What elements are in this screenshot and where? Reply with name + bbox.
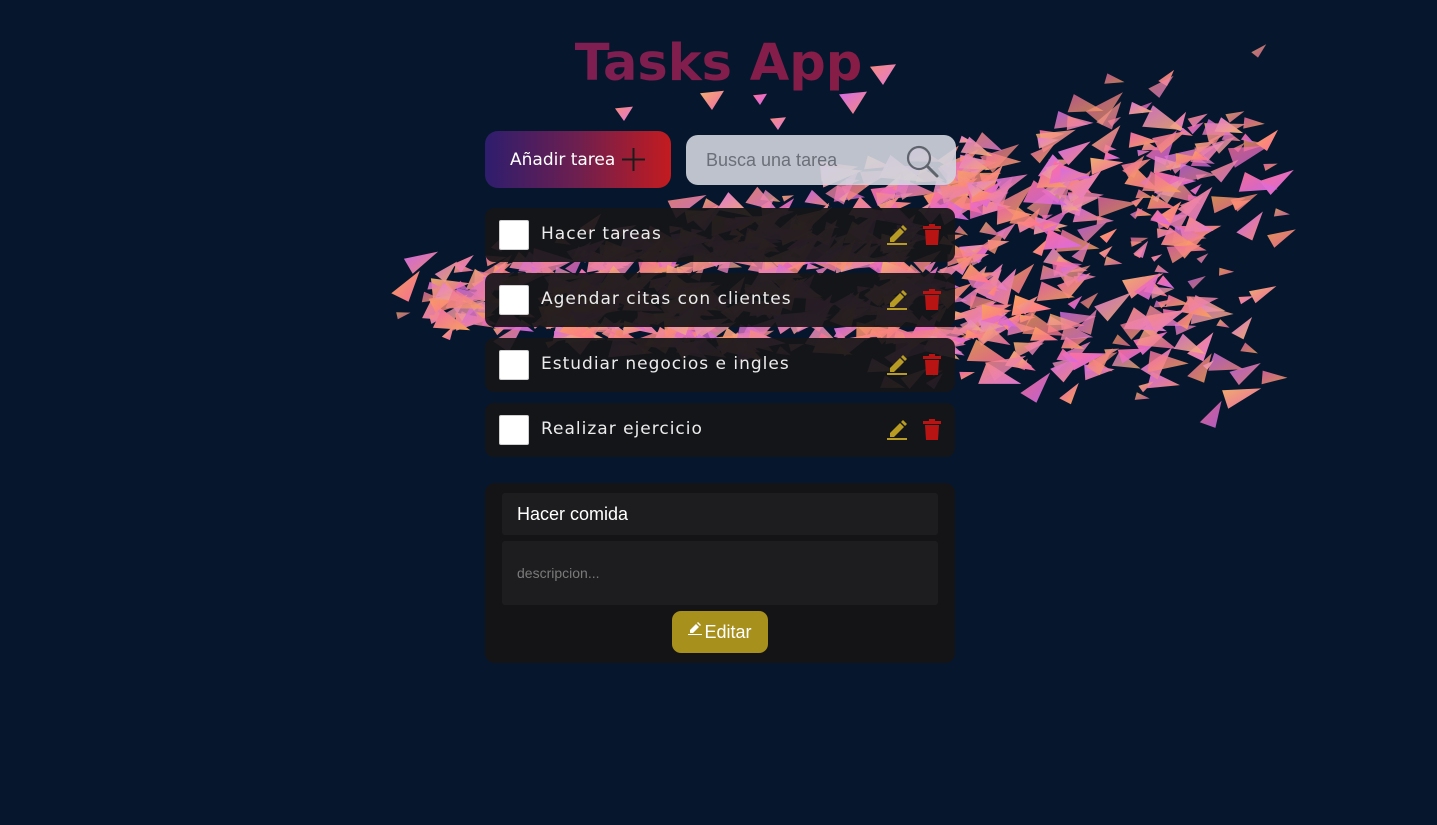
task-checkbox[interactable] xyxy=(499,350,529,380)
bird-shape xyxy=(1261,370,1288,385)
task-item: Estudiar negocios e ingles xyxy=(485,338,955,392)
bird-shape xyxy=(1263,163,1278,171)
trash-icon[interactable] xyxy=(922,354,942,375)
task-item: Hacer tareas xyxy=(485,208,955,262)
bird-shape xyxy=(1210,159,1239,183)
bird-shape xyxy=(1243,117,1265,129)
bird-shape xyxy=(1236,211,1263,241)
task-label: Agendar citas con clientes xyxy=(541,289,792,309)
bird-shape xyxy=(1154,264,1169,274)
edit-pencil-icon[interactable] xyxy=(886,353,908,375)
bird-shape xyxy=(1267,229,1296,248)
bird-shape xyxy=(900,193,913,200)
task-item: Realizar ejercicio xyxy=(485,403,955,457)
plus-icon xyxy=(622,148,645,171)
trash-icon[interactable] xyxy=(922,224,942,245)
bird-shape xyxy=(1090,157,1124,175)
bird-shape xyxy=(1273,208,1290,217)
edit-pencil-icon[interactable] xyxy=(886,288,908,310)
bird-shape xyxy=(1151,254,1163,262)
bird-shape xyxy=(1134,392,1150,400)
bird-shape xyxy=(1190,183,1202,195)
bird-shape xyxy=(1099,228,1117,243)
bird-shape xyxy=(1020,372,1051,403)
bird-shape xyxy=(1067,295,1083,310)
bird-shape xyxy=(615,106,633,121)
edit-pencil-icon[interactable] xyxy=(886,418,908,440)
add-task-label: Añadir tarea xyxy=(510,149,616,170)
edit-task-panel: Editar xyxy=(485,483,955,663)
bird-shape xyxy=(1156,275,1175,289)
bird-shape xyxy=(403,251,439,274)
bird-shape xyxy=(1222,388,1262,409)
bird-shape xyxy=(1098,246,1113,258)
pencil-icon xyxy=(688,622,703,635)
bird-shape xyxy=(1117,348,1147,364)
bird-shape xyxy=(1142,105,1186,131)
bird-shape xyxy=(1066,116,1094,131)
bird-shape xyxy=(391,270,420,302)
bird-shape xyxy=(1135,207,1152,217)
search-input[interactable] xyxy=(686,135,896,185)
bird-shape xyxy=(804,189,830,207)
task-label: Hacer tareas xyxy=(541,224,662,244)
bird-shape xyxy=(1166,244,1202,264)
trash-icon[interactable] xyxy=(922,419,942,440)
search-icon[interactable] xyxy=(905,144,939,178)
bird-shape xyxy=(1094,292,1132,322)
bird-shape xyxy=(1248,286,1277,304)
bird-shape xyxy=(753,93,767,105)
bird-shape xyxy=(1187,276,1206,289)
app-title: Tasks App xyxy=(0,34,1437,93)
edit-description-input[interactable] xyxy=(502,541,938,605)
bird-shape xyxy=(1216,319,1230,328)
task-label: Realizar ejercicio xyxy=(541,419,703,439)
bird-shape xyxy=(954,225,969,236)
edit-pencil-icon[interactable] xyxy=(886,223,908,245)
bird-shape xyxy=(1112,334,1131,347)
task-checkbox[interactable] xyxy=(499,220,529,250)
task-item: Agendar citas con clientes xyxy=(485,273,955,327)
search-box xyxy=(686,135,956,185)
bird-shape xyxy=(1059,382,1079,405)
bird-shape xyxy=(1208,352,1244,371)
bird-shape xyxy=(700,90,724,110)
bird-shape xyxy=(1091,125,1121,155)
bird-shape xyxy=(1231,317,1253,340)
trash-icon[interactable] xyxy=(922,289,942,310)
bird-shape xyxy=(396,312,411,320)
edit-submit-label: Editar xyxy=(704,621,752,642)
bird-shape xyxy=(1067,94,1104,113)
bird-shape xyxy=(770,117,786,130)
bird-shape xyxy=(839,91,867,114)
bird-shape xyxy=(1199,400,1222,428)
bird-shape xyxy=(1104,256,1123,266)
bird-shape xyxy=(959,371,975,380)
task-checkbox[interactable] xyxy=(499,415,529,445)
bird-shape xyxy=(1219,267,1235,276)
edit-title-input[interactable] xyxy=(502,493,938,535)
app-root: Tasks App Añadir tarea Hacer tareas Ag xyxy=(0,0,1437,825)
add-task-button[interactable]: Añadir tarea xyxy=(485,131,671,188)
task-checkbox[interactable] xyxy=(499,285,529,315)
bird-shape xyxy=(1238,296,1254,305)
bird-shape xyxy=(1225,111,1245,123)
edit-submit-button[interactable]: Editar xyxy=(672,611,768,653)
bird-shape xyxy=(1240,342,1258,354)
task-label: Estudiar negocios e ingles xyxy=(541,354,790,374)
bird-shape xyxy=(1196,253,1209,264)
